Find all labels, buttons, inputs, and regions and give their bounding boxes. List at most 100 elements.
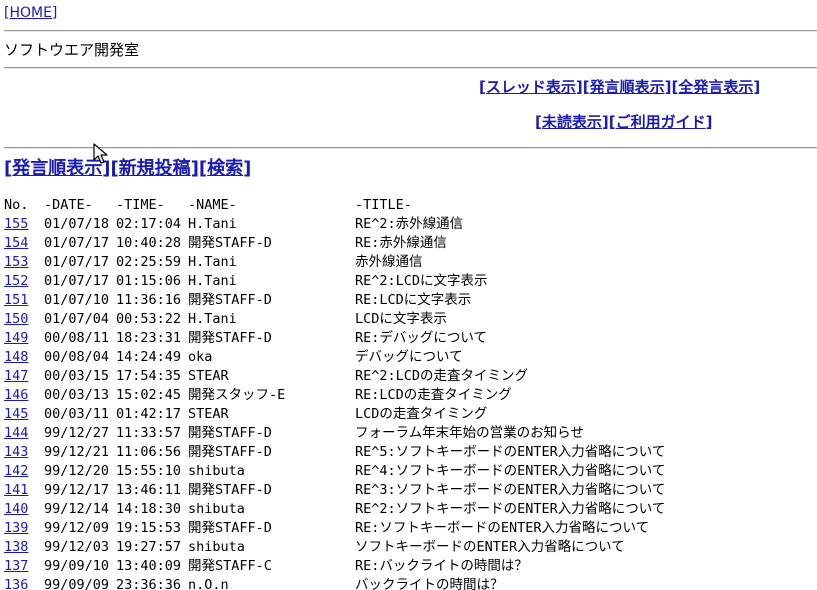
post-author: H.Tani — [188, 216, 237, 232]
post-time: 15:02:45 — [116, 387, 182, 403]
post-time: 01:42:17 — [116, 406, 182, 422]
post-number-cell: 137 — [4, 557, 28, 576]
home-link[interactable]: [HOME] — [4, 4, 57, 22]
post-date: 01/07/17 — [44, 254, 110, 270]
post-number-cell: 136 — [4, 576, 28, 590]
post-number-link[interactable]: 139 — [4, 520, 28, 536]
post-number-link[interactable]: 149 — [4, 330, 28, 346]
post-number-cell: 138 — [4, 538, 28, 557]
post-time: 02:17:04 — [116, 216, 182, 232]
post-author: oka — [188, 349, 213, 365]
post-number-cell: 155 — [4, 215, 28, 234]
post-number-cell: 153 — [4, 253, 28, 272]
post-number-cell: 140 — [4, 500, 28, 519]
top-nav-row-2: [未読表示][ご利用ガイド] — [535, 113, 713, 131]
post-author: 開発STAFF-D — [188, 482, 272, 498]
post-date: 00/08/04 — [44, 349, 110, 365]
unread-view-link[interactable]: 未読表示 — [542, 113, 602, 131]
post-number-link[interactable]: 143 — [4, 444, 28, 460]
post-order-view-sub-link[interactable]: 発言順表示 — [12, 158, 102, 179]
post-number-link[interactable]: 153 — [4, 254, 28, 270]
post-number-cell: 147 — [4, 367, 28, 386]
post-date: 99/12/03 — [44, 539, 110, 555]
post-number-cell: 152 — [4, 272, 28, 291]
post-number-link[interactable]: 138 — [4, 539, 28, 555]
post-number-link[interactable]: 142 — [4, 463, 28, 479]
divider-nav — [4, 147, 817, 149]
post-author: shibuta — [188, 501, 245, 517]
post-number-link[interactable]: 155 — [4, 216, 28, 232]
post-title: RE^2:ソフトキーボードのENTER入力省略について — [355, 501, 666, 517]
post-number-link[interactable]: 154 — [4, 235, 28, 251]
post-author: H.Tani — [188, 311, 237, 327]
post-author: STEAR — [188, 368, 229, 384]
post-time: 00:53:22 — [116, 311, 182, 327]
post-title: 赤外線通信 — [355, 254, 423, 270]
post-date: 00/08/11 — [44, 330, 110, 346]
post-time: 18:23:31 — [116, 330, 182, 346]
thread-view-link[interactable]: スレッド表示 — [486, 78, 576, 96]
board-title: ソフトウエア開発室 — [4, 41, 140, 59]
post-number-link[interactable]: 141 — [4, 482, 28, 498]
post-order-view-link[interactable]: 発言順表示 — [590, 78, 665, 96]
post-number-cell: 151 — [4, 291, 28, 310]
divider-title — [4, 67, 817, 69]
post-title: RE:赤外線通信 — [355, 235, 447, 251]
post-author: 開発STAFF-D — [188, 425, 272, 441]
post-number-link[interactable]: 144 — [4, 425, 28, 441]
post-title: RE^2:LCDの走査タイミング — [355, 368, 529, 384]
post-number-link[interactable]: 148 — [4, 349, 28, 365]
header-title: -TITLE- — [355, 197, 412, 213]
post-number-link[interactable]: 146 — [4, 387, 28, 403]
post-date: 01/07/17 — [44, 273, 110, 289]
post-time: 17:54:35 — [116, 368, 182, 384]
post-date: 99/12/17 — [44, 482, 110, 498]
post-date: 99/09/10 — [44, 558, 110, 574]
post-number-link[interactable]: 137 — [4, 558, 28, 574]
search-link[interactable]: 検索 — [207, 158, 243, 179]
post-date: 99/12/21 — [44, 444, 110, 460]
post-number-link[interactable]: 140 — [4, 501, 28, 517]
post-number-cell: 139 — [4, 519, 28, 538]
post-date: 99/12/20 — [44, 463, 110, 479]
post-author: 開発STAFF-D — [188, 444, 272, 460]
post-author: 開発STAFF-D — [188, 235, 272, 251]
post-time: 23:36:36 — [116, 577, 182, 590]
all-posts-view-link[interactable]: 全発言表示 — [678, 78, 753, 96]
post-date: 01/07/17 — [44, 235, 110, 251]
post-number-cell: 143 — [4, 443, 28, 462]
post-time: 19:27:57 — [116, 539, 182, 555]
post-author: 開発STAFF-D — [188, 330, 272, 346]
post-author: H.Tani — [188, 254, 237, 270]
post-time: 11:36:16 — [116, 292, 182, 308]
usage-guide-link[interactable]: ご利用ガイド — [616, 113, 706, 131]
post-title: LCDの走査タイミング — [355, 406, 488, 422]
post-number-link[interactable]: 145 — [4, 406, 28, 422]
post-date: 00/03/13 — [44, 387, 110, 403]
post-date: 01/07/04 — [44, 311, 110, 327]
post-title: ソフトキーボードのENTER入力省略について — [355, 539, 625, 555]
post-number-link[interactable]: 147 — [4, 368, 28, 384]
divider-top — [4, 30, 817, 32]
post-time: 11:06:56 — [116, 444, 182, 460]
post-date: 01/07/18 — [44, 216, 110, 232]
post-number-cell: 141 — [4, 481, 28, 500]
post-number-link[interactable]: 151 — [4, 292, 28, 308]
post-author: 開発STAFF-C — [188, 558, 272, 574]
post-number-cell: 145 — [4, 405, 28, 424]
post-title: フォーラム年末年始の営業のお知らせ — [355, 425, 584, 441]
header-time: -TIME- — [116, 197, 165, 213]
post-number-link[interactable]: 150 — [4, 311, 28, 327]
new-post-link[interactable]: 新規投稿 — [119, 158, 191, 179]
post-title: LCDに文字表示 — [355, 311, 447, 327]
post-author: shibuta — [188, 539, 245, 555]
header-name: -NAME- — [188, 197, 237, 213]
post-date: 00/03/11 — [44, 406, 110, 422]
post-time: 13:46:11 — [116, 482, 182, 498]
post-time: 14:24:49 — [116, 349, 182, 365]
post-date: 99/12/27 — [44, 425, 110, 441]
post-author: shibuta — [188, 463, 245, 479]
post-number-link[interactable]: 136 — [4, 577, 28, 590]
post-number-link[interactable]: 152 — [4, 273, 28, 289]
post-number-cell: 148 — [4, 348, 28, 367]
